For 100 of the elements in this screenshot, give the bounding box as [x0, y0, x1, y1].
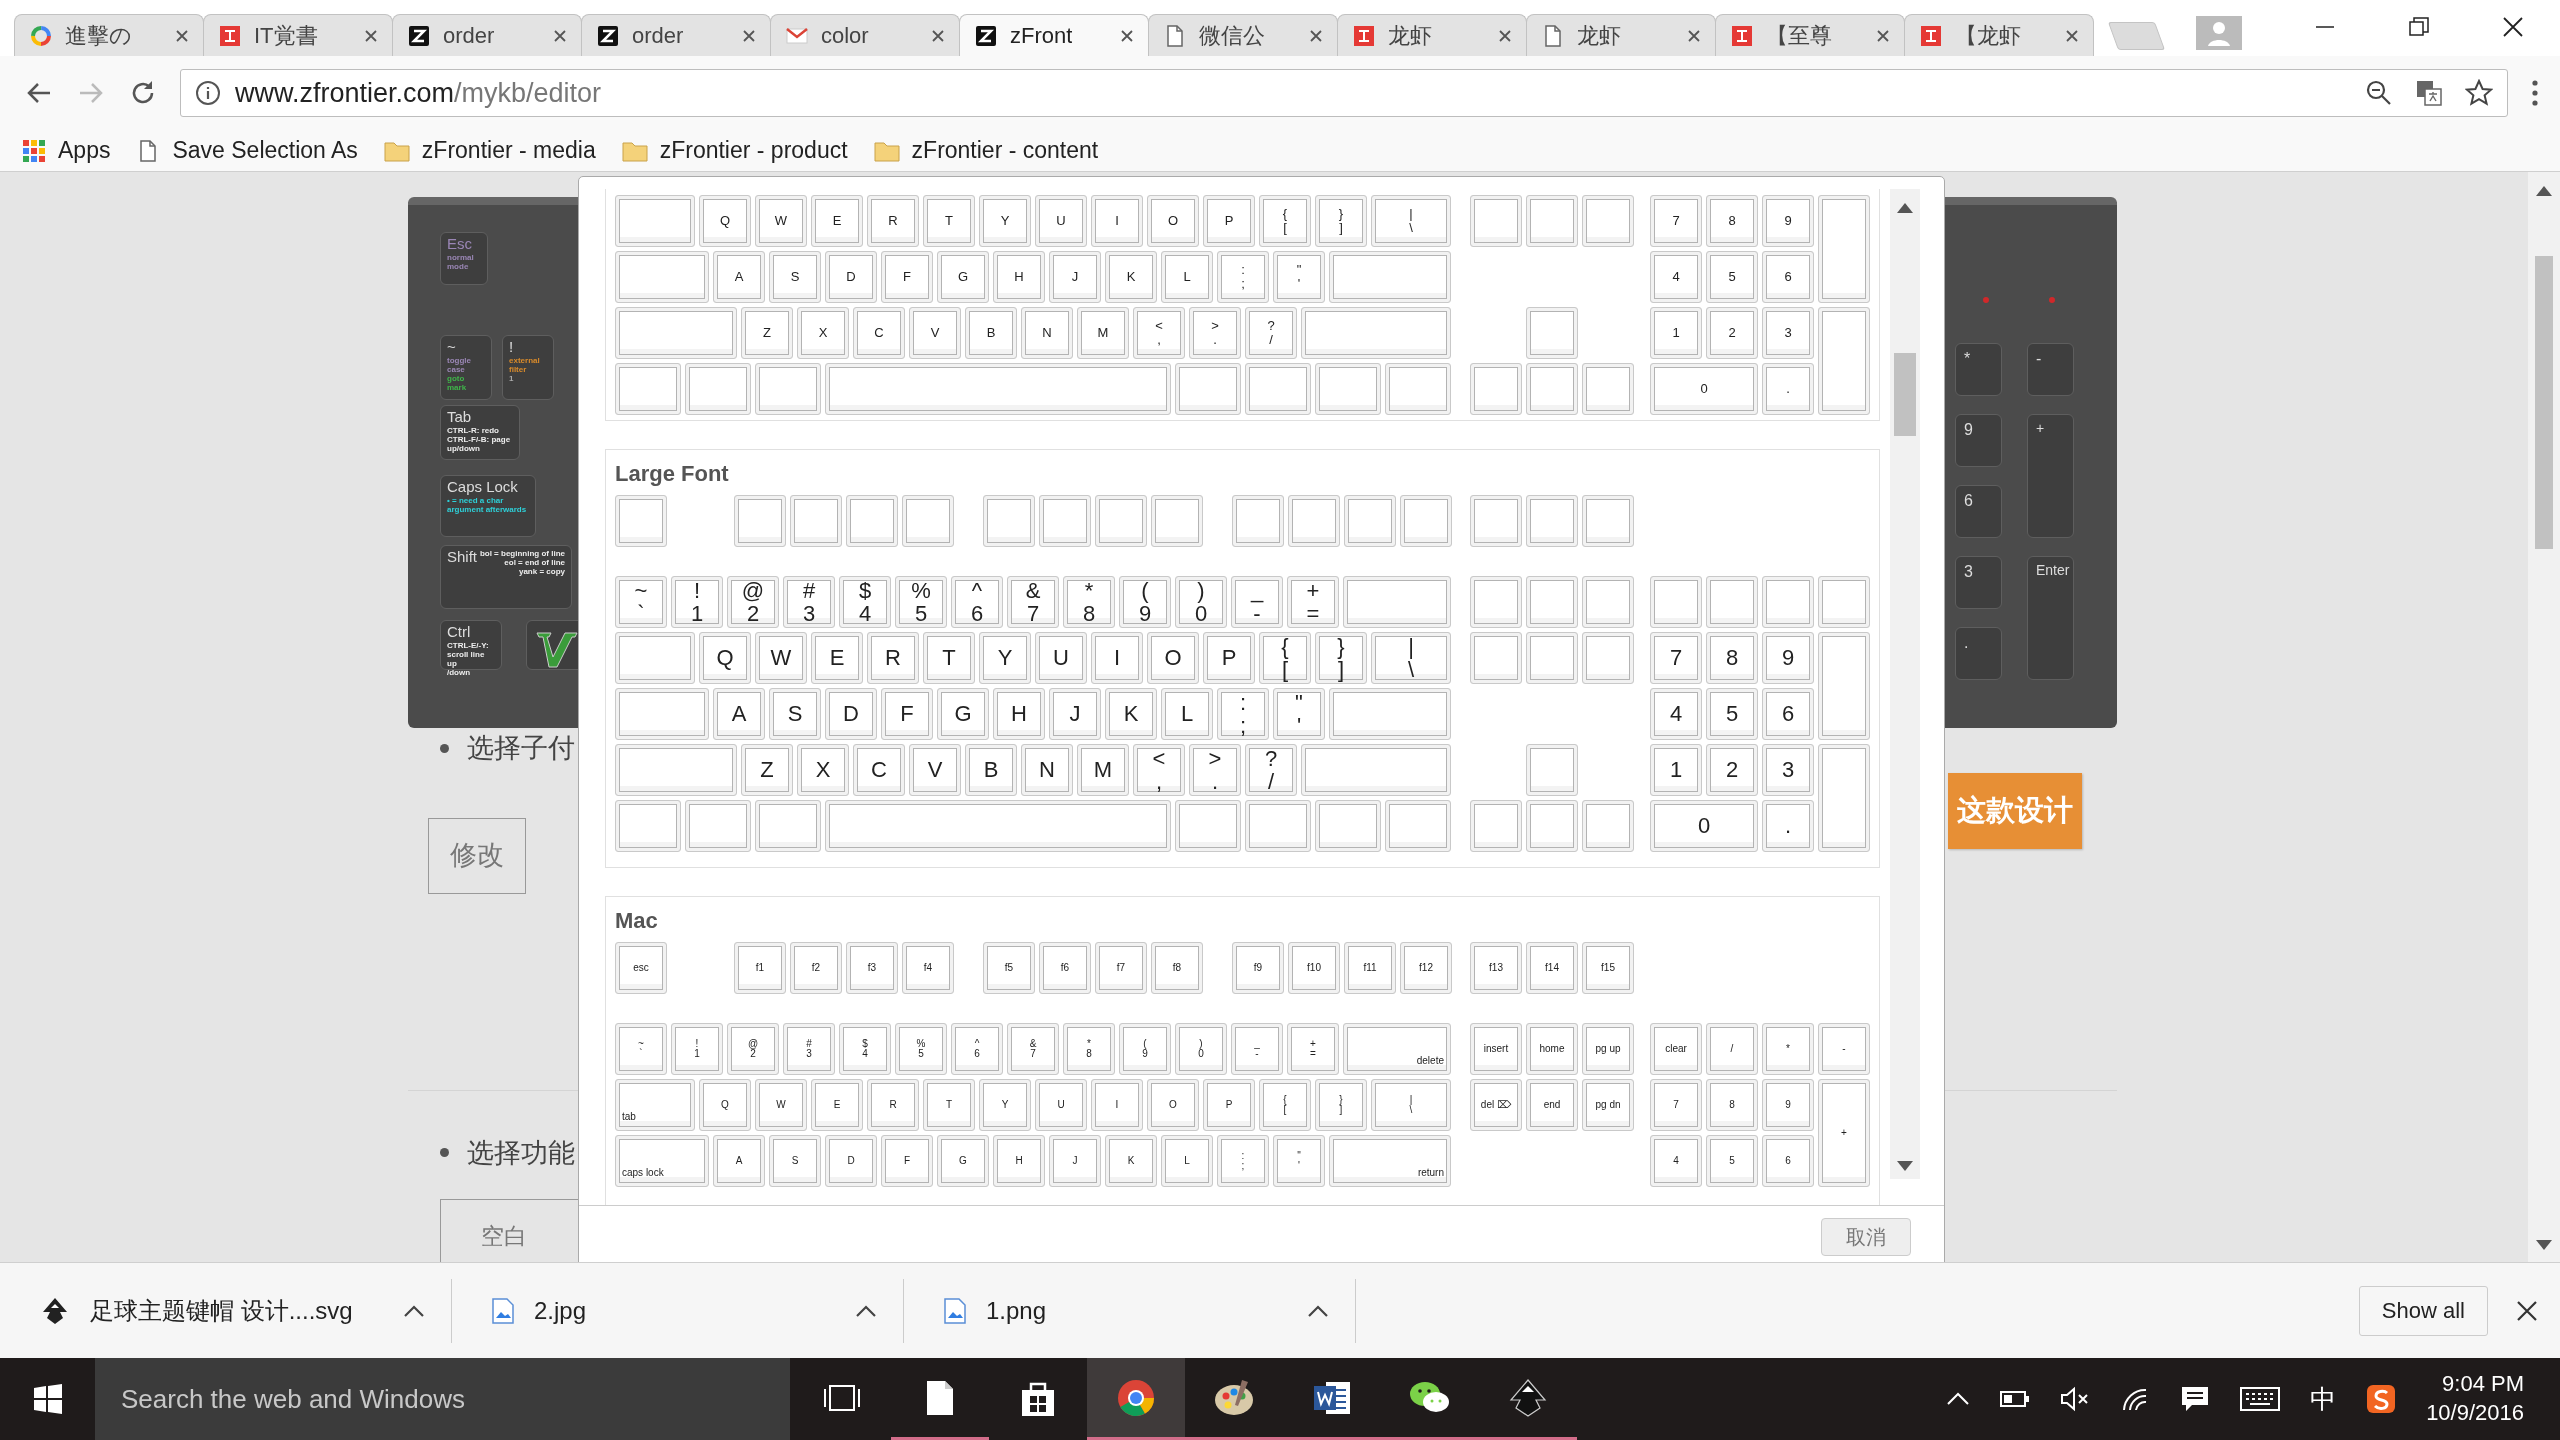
- keycap[interactable]: J: [1049, 1135, 1101, 1187]
- chevron-up-icon[interactable]: [403, 1303, 425, 1318]
- keycap[interactable]: 7: [1650, 195, 1702, 247]
- bookmark-item[interactable]: Apps: [22, 133, 111, 168]
- keycap[interactable]: _ -: [1231, 576, 1283, 628]
- keycap[interactable]: S: [769, 1135, 821, 1187]
- menu-icon[interactable]: [2530, 78, 2540, 108]
- keycap[interactable]: [1818, 744, 1870, 852]
- keycap[interactable]: tab: [615, 1079, 695, 1131]
- keycap[interactable]: T: [923, 632, 975, 684]
- keycap[interactable]: 4: [1650, 251, 1702, 303]
- browser-tab[interactable]: 龙虾: [1337, 14, 1527, 56]
- keycap[interactable]: [983, 495, 1035, 547]
- bookmark-item[interactable]: Save Selection As: [136, 133, 358, 168]
- keycap[interactable]: [1315, 363, 1381, 415]
- scroll-down-icon[interactable]: [1897, 1161, 1913, 1171]
- keycap[interactable]: < ,: [1133, 744, 1185, 796]
- keycap[interactable]: V: [909, 744, 961, 796]
- browser-tab[interactable]: order: [581, 14, 771, 56]
- keycap[interactable]: I: [1091, 195, 1143, 247]
- square-logo-icon[interactable]: [2366, 1384, 2397, 1414]
- keyboard-icon[interactable]: [2240, 1387, 2281, 1411]
- keycap[interactable]: [1582, 632, 1634, 684]
- download-file-name[interactable]: 1.png: [986, 1292, 1047, 1329]
- keycap[interactable]: W: [755, 632, 807, 684]
- keycap[interactable]: P: [1203, 195, 1255, 247]
- keycap[interactable]: { [: [1259, 632, 1311, 684]
- keycap[interactable]: ( 9: [1119, 1023, 1171, 1075]
- battery-icon[interactable]: [2000, 1390, 2031, 1408]
- keycap[interactable]: esc: [615, 942, 667, 994]
- keycap[interactable]: f3: [846, 942, 898, 994]
- input-method-indicator[interactable]: 中: [2310, 1379, 2337, 1419]
- keycap[interactable]: } ]: [1315, 632, 1367, 684]
- keycap[interactable]: 9: [1762, 1079, 1814, 1131]
- keycap[interactable]: [1526, 495, 1578, 547]
- keycap[interactable]: & 7: [1007, 1023, 1059, 1075]
- keycap[interactable]: W: [755, 1079, 807, 1131]
- keycap[interactable]: /: [1706, 1023, 1758, 1075]
- keycap[interactable]: [615, 363, 681, 415]
- scrollbar-thumb[interactable]: [1894, 353, 1916, 436]
- keycap[interactable]: N: [1021, 744, 1073, 796]
- keycap[interactable]: [1385, 800, 1451, 852]
- keycap[interactable]: W: [755, 195, 807, 247]
- keycap[interactable]: * 8: [1063, 1023, 1115, 1075]
- keycap[interactable]: [1095, 495, 1147, 547]
- keycap[interactable]: : ;: [1217, 251, 1269, 303]
- keycap[interactable]: I: [1091, 632, 1143, 684]
- keycap[interactable]: 5: [1706, 251, 1758, 303]
- keycap[interactable]: [1245, 800, 1311, 852]
- keycap[interactable]: 0: [1650, 363, 1758, 415]
- bookmark-item[interactable]: zFrontier - product: [621, 133, 848, 168]
- keycap[interactable]: $ 4: [839, 1023, 891, 1075]
- keycap[interactable]: [1344, 495, 1396, 547]
- keycap[interactable]: @ 2: [727, 576, 779, 628]
- keycap[interactable]: [1151, 495, 1203, 547]
- keycap[interactable]: 3: [1762, 744, 1814, 796]
- keycap[interactable]: [755, 363, 821, 415]
- keycap[interactable]: | \: [1371, 632, 1451, 684]
- keycap[interactable]: [1526, 800, 1578, 852]
- clock-date[interactable]: 10/9/2016: [2426, 1399, 2524, 1428]
- keycap[interactable]: return: [1329, 1135, 1451, 1187]
- keycap[interactable]: Q: [699, 195, 751, 247]
- keycap[interactable]: [1329, 251, 1451, 303]
- keycap[interactable]: [1245, 363, 1311, 415]
- keycap[interactable]: [1470, 195, 1522, 247]
- keycap[interactable]: M: [1077, 307, 1129, 359]
- keycap[interactable]: f4: [902, 942, 954, 994]
- keycap[interactable]: *: [1762, 1023, 1814, 1075]
- user-avatar-icon[interactable]: [2196, 16, 2242, 50]
- keycap[interactable]: [615, 495, 667, 547]
- keycap[interactable]: [1385, 363, 1451, 415]
- keycap[interactable]: [685, 800, 751, 852]
- keycap[interactable]: +: [1818, 1079, 1870, 1187]
- keycap[interactable]: caps lock: [615, 1135, 709, 1187]
- browser-tab[interactable]: 進擊の: [14, 14, 204, 56]
- keycap[interactable]: [1470, 576, 1522, 628]
- keycap[interactable]: P: [1203, 632, 1255, 684]
- keycap[interactable]: # 3: [783, 1023, 835, 1075]
- keycap[interactable]: % 5: [895, 1023, 947, 1075]
- keycap[interactable]: @ 2: [727, 1023, 779, 1075]
- keycap[interactable]: [615, 800, 681, 852]
- chevron-up-icon[interactable]: [855, 1303, 877, 1318]
- keycap[interactable]: K: [1105, 1135, 1157, 1187]
- keycap[interactable]: K: [1105, 688, 1157, 740]
- keycap[interactable]: C: [853, 744, 905, 796]
- star-icon[interactable]: [2465, 79, 2493, 107]
- keycap[interactable]: 7: [1650, 632, 1702, 684]
- scroll-up-icon[interactable]: [1897, 203, 1913, 213]
- keycap[interactable]: R: [867, 632, 919, 684]
- keycap[interactable]: del ⌦: [1470, 1079, 1522, 1131]
- keycap[interactable]: J: [1049, 688, 1101, 740]
- keycap[interactable]: U: [1035, 632, 1087, 684]
- keycap[interactable]: A: [713, 251, 765, 303]
- keycap[interactable]: f10: [1288, 942, 1340, 994]
- keycap[interactable]: S: [769, 688, 821, 740]
- keycap[interactable]: 7: [1650, 1079, 1702, 1131]
- keycap[interactable]: f5: [983, 942, 1035, 994]
- keycap[interactable]: [1706, 576, 1758, 628]
- keycap[interactable]: 8: [1706, 1079, 1758, 1131]
- keycap[interactable]: [1582, 495, 1634, 547]
